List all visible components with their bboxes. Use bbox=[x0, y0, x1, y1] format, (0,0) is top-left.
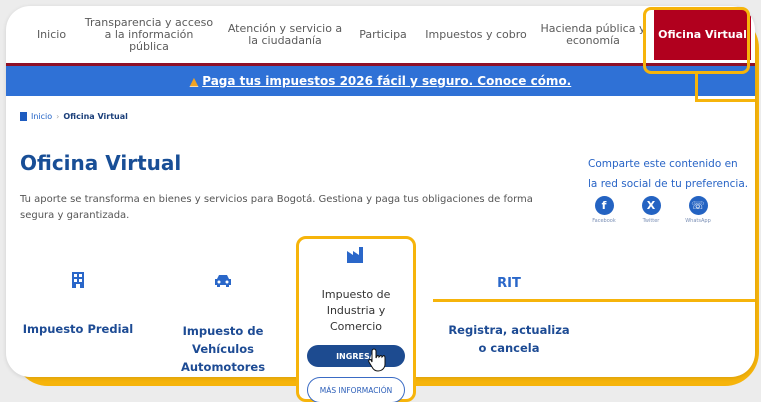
service-label: Impuesto Predial bbox=[22, 322, 134, 336]
share-label: Twitter bbox=[642, 218, 660, 224]
share-icons: f Facebook X Twitter ☏ WhatsApp bbox=[588, 196, 714, 224]
service-ica-card: Impuesto de Industria y Comercio INGRESA… bbox=[296, 236, 416, 402]
whatsapp-icon: ☏ bbox=[688, 196, 708, 215]
highlight-connector bbox=[433, 299, 755, 302]
banner-text: Paga tus impuestos 2026 fácil y seguro. … bbox=[202, 74, 572, 88]
page-description: Tu aporte se transforma en bienes y serv… bbox=[20, 194, 533, 221]
breadcrumb-separator: › bbox=[56, 112, 60, 121]
ingresa-button[interactable]: INGRESA bbox=[307, 345, 405, 367]
warning-icon: ▲ bbox=[189, 74, 199, 88]
service-rit[interactable]: RIT Registra, actualiza o cancela bbox=[446, 276, 572, 357]
nav-item-impuestos[interactable]: Impuestos y cobro bbox=[421, 6, 531, 64]
share-facebook[interactable]: f Facebook bbox=[588, 196, 620, 224]
service-label: Registra, actualiza o cancela bbox=[448, 323, 570, 355]
breadcrumb-current: Oficina Virtual bbox=[63, 112, 128, 121]
rit-icon: RIT bbox=[497, 276, 521, 291]
share-text: Comparte este contenido en la red social… bbox=[588, 158, 749, 190]
nav-item-participa[interactable]: Participa bbox=[353, 6, 413, 64]
building-icon bbox=[18, 272, 138, 292]
share-whatsapp[interactable]: ☏ WhatsApp bbox=[682, 196, 714, 224]
highlight-connector bbox=[695, 72, 698, 102]
factory-icon bbox=[347, 247, 363, 263]
share-label: WhatsApp bbox=[685, 218, 711, 224]
hand-cursor-icon bbox=[368, 348, 386, 372]
car-icon bbox=[168, 274, 278, 292]
service-vehiculos[interactable]: Impuesto de Vehículos Automotores bbox=[168, 274, 278, 376]
service-predial[interactable]: Impuesto Predial bbox=[18, 272, 138, 338]
service-label: Impuesto de Industria y Comercio bbox=[321, 288, 391, 333]
announcement-banner: ▲ Paga tus impuestos 2026 fácil y seguro… bbox=[6, 66, 755, 96]
banner-link[interactable]: ▲ Paga tus impuestos 2026 fácil y seguro… bbox=[190, 74, 572, 88]
nav-item-atencion[interactable]: Atención y servicio a la ciudadanía bbox=[224, 6, 346, 64]
nav-item-inicio[interactable]: Inicio bbox=[29, 6, 74, 64]
highlight-frame bbox=[643, 7, 750, 74]
more-info-button[interactable]: MÁS INFORMACIÓN bbox=[307, 377, 405, 402]
x-icon: X bbox=[641, 196, 661, 215]
highlight-connector bbox=[695, 99, 755, 102]
service-label: Impuesto de Vehículos Automotores bbox=[180, 324, 266, 374]
breadcrumb: Inicio › Oficina Virtual bbox=[20, 112, 128, 121]
facebook-icon: f bbox=[594, 196, 614, 215]
page-title: Oficina Virtual bbox=[20, 151, 182, 175]
share-twitter[interactable]: X Twitter bbox=[635, 196, 667, 224]
breadcrumb-home[interactable]: Inicio bbox=[31, 112, 52, 121]
building-icon bbox=[20, 112, 27, 121]
nav-item-transparencia[interactable]: Transparencia y acceso a la información … bbox=[84, 6, 214, 64]
nav-item-hacienda[interactable]: Hacienda pública y economía bbox=[539, 6, 647, 64]
share-label: Facebook bbox=[592, 218, 616, 224]
